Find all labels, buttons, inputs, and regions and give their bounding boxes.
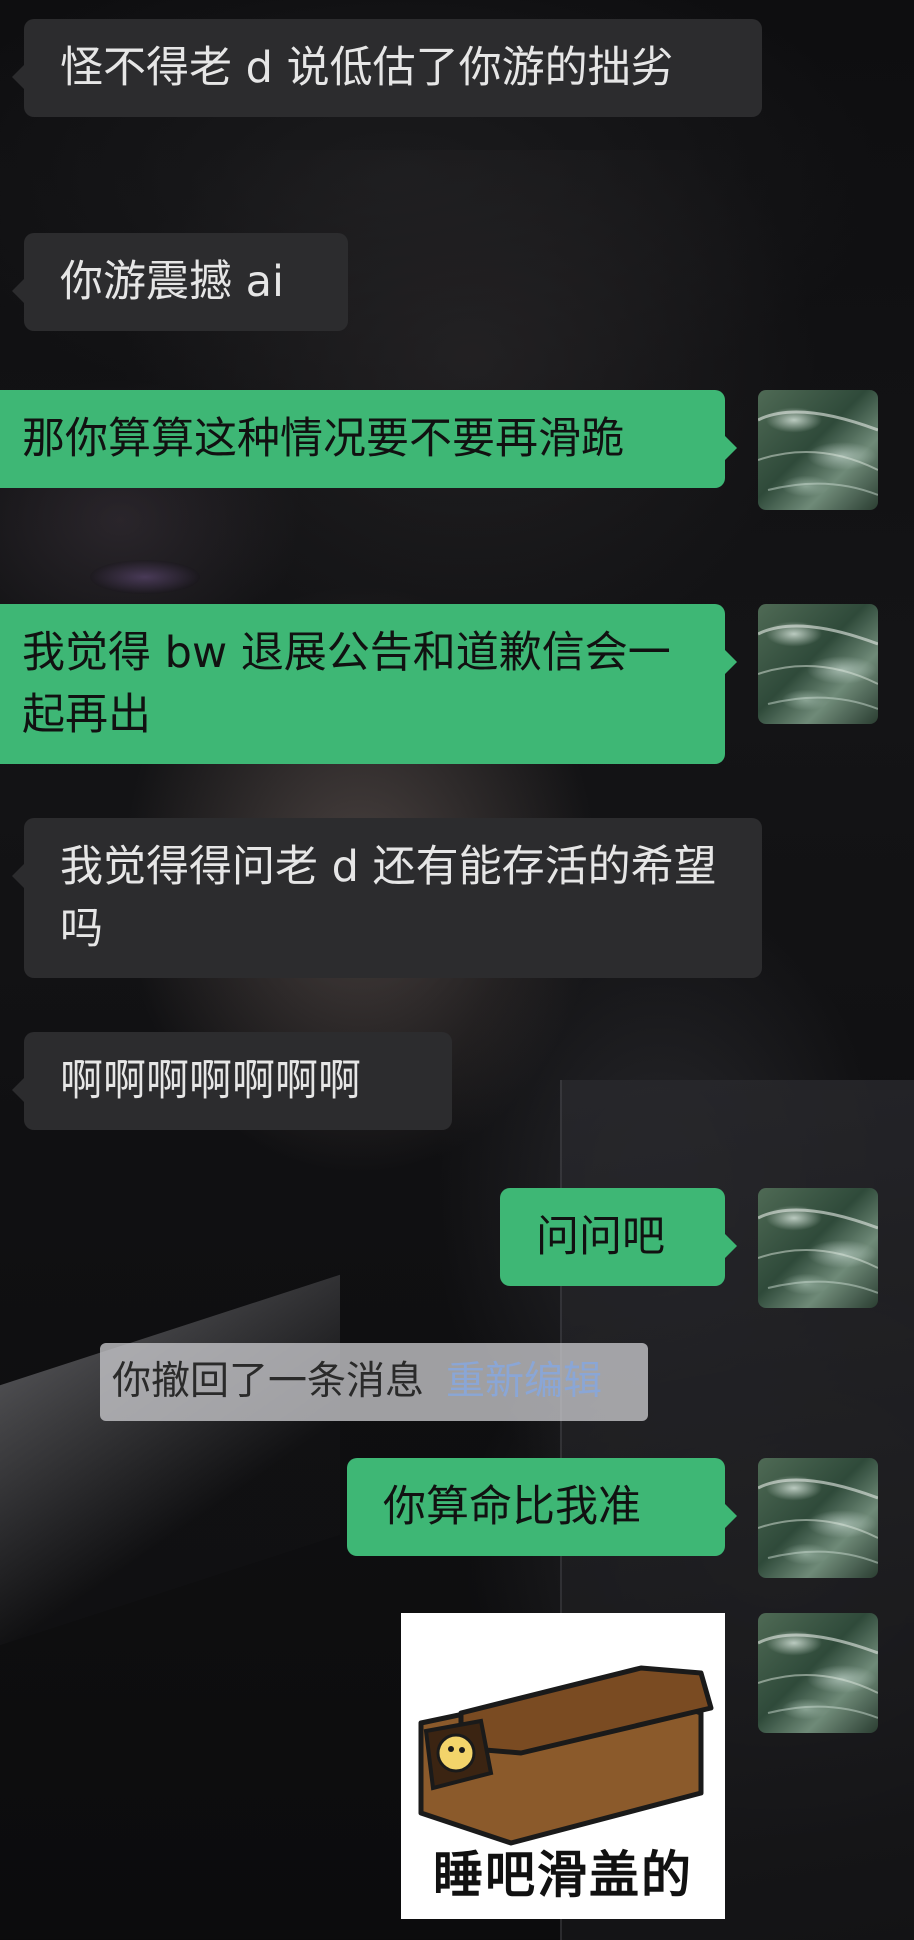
message-bubble-incoming[interactable]: 怪不得老 d 说低估了你游的拙劣: [12, 19, 762, 117]
background-eye-shape: [90, 560, 200, 594]
message-bubble-incoming[interactable]: 你游震撼 ai: [12, 233, 348, 331]
coffin-icon: [418, 1665, 714, 1846]
message-bubble-outgoing[interactable]: 问问吧: [500, 1188, 737, 1286]
landscape-avatar-icon: [758, 1208, 878, 1294]
message-bubble-incoming[interactable]: 我觉得得问老 d 还有能存活的希望吗: [12, 818, 762, 978]
message-text: 怪不得老 d 说低估了你游的拙劣: [60, 43, 674, 93]
message-text: 那你算算这种情况要不要再滑跪: [22, 414, 624, 464]
message-text: 问问吧: [536, 1212, 665, 1262]
message-bubble-outgoing[interactable]: 我觉得 bw 退展公告和道歉信会一起再出: [0, 604, 737, 764]
sticker-caption: 睡吧滑盖的: [433, 1846, 693, 1904]
landscape-avatar-icon: [758, 1633, 878, 1719]
message-bubble-outgoing[interactable]: 你算命比我准: [347, 1458, 737, 1556]
landscape-avatar-icon: [758, 410, 878, 496]
my-avatar[interactable]: [758, 390, 878, 510]
landscape-avatar-icon: [758, 1478, 878, 1564]
message-text: 你游震撼 ai: [60, 257, 284, 307]
message-bubble-incoming[interactable]: 啊啊啊啊啊啊啊: [12, 1032, 452, 1130]
sticker-message[interactable]: 睡吧滑盖的: [401, 1613, 725, 1919]
message-bubble-outgoing[interactable]: 那你算算这种情况要不要再滑跪: [0, 390, 737, 488]
message-text: 我觉得得问老 d 还有能存活的希望吗: [60, 842, 717, 954]
my-avatar[interactable]: [758, 1613, 878, 1733]
message-text: 你算命比我准: [383, 1482, 641, 1532]
background-collar-shape: [0, 1274, 340, 1646]
message-text: 我觉得 bw 退展公告和道歉信会一起再出: [22, 628, 671, 740]
recall-notice: 你撤回了一条消息 重新编辑: [100, 1343, 648, 1421]
recall-notice-text: 你撤回了一条消息: [112, 1359, 425, 1404]
my-avatar[interactable]: [758, 1458, 878, 1578]
message-text: 啊啊啊啊啊啊啊: [60, 1056, 361, 1106]
landscape-avatar-icon: [758, 624, 878, 710]
my-avatar[interactable]: [758, 1188, 878, 1308]
reedit-link[interactable]: 重新编辑: [446, 1359, 602, 1404]
my-avatar[interactable]: [758, 604, 878, 724]
